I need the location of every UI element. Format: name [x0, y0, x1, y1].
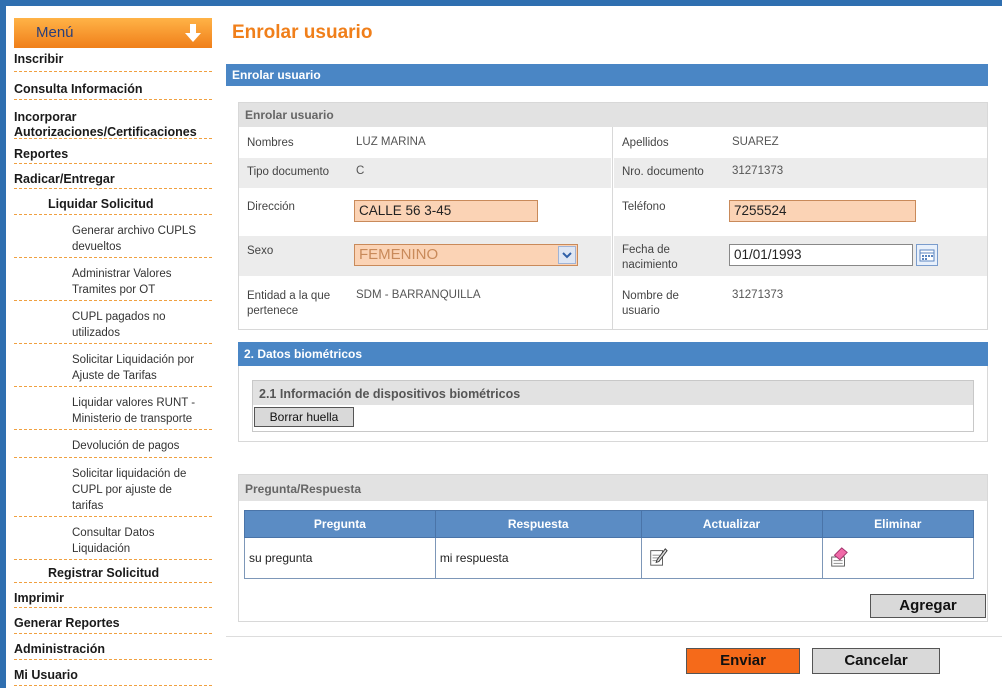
biometricos-subpanel-title: 2.1 Información de dispositivos biométri… [253, 381, 973, 405]
fecha-nacimiento-input[interactable]: 01/01/1993 [729, 244, 913, 266]
sidebar-item-solicitar-liquidacion[interactable]: Solicitar Liquidación por Ajuste de Tari… [14, 344, 212, 387]
cell-eliminar [821, 537, 975, 579]
sidebar-item-imprimir[interactable]: Imprimir [14, 583, 212, 608]
menu-label: Menú [36, 24, 74, 41]
sidebar-menu: Menú Inscribir Consulta Información Inco… [14, 18, 212, 686]
apellidos-value: SUAREZ [732, 136, 779, 148]
sidebar-item-radicar[interactable]: Radicar/Entregar [14, 164, 212, 189]
sidebar-item-consulta[interactable]: Consulta Información [14, 72, 212, 100]
table-header-row: Pregunta Respuesta Actualizar Eliminar [244, 510, 975, 538]
fecha-nacimiento-label: Fecha de nacimiento [622, 244, 678, 271]
header-actualizar: Actualizar [640, 510, 823, 538]
sidebar-item-liquidar-valores-runt[interactable]: Liquidar valores RUNT - Ministerio de tr… [14, 387, 212, 430]
sidebar-item-administrar-valores[interactable]: Administrar Valores Tramites por OT [14, 258, 212, 301]
nombre-usuario-label: Nombre de usuario [622, 290, 679, 317]
eraser-icon[interactable] [829, 546, 849, 568]
telefono-label: Teléfono [622, 201, 666, 213]
entidad-label: Entidad a la que pertenece [247, 290, 331, 317]
borrar-huella-button[interactable]: Borrar huella [254, 407, 354, 427]
sidebar-item-generar-reportes[interactable]: Generar Reportes [14, 608, 212, 634]
telefono-input[interactable]: 7255524 [729, 200, 916, 222]
edit-icon[interactable] [648, 546, 668, 568]
agregar-button[interactable]: Agregar [870, 594, 986, 618]
sidebar-item-inscribir[interactable]: Inscribir [14, 50, 212, 72]
top-border [0, 0, 1002, 6]
sidebar-item-liquidar-solicitud[interactable]: Liquidar Solicitud [14, 189, 212, 215]
sexo-select-value: FEMENINO [359, 246, 439, 263]
table-row: su pregunta mi respuesta [244, 537, 975, 579]
sidebar-item-administracion[interactable]: Administración [14, 634, 212, 660]
enviar-button[interactable]: Enviar [686, 648, 800, 674]
enrolar-panel-title: Enrolar usuario [239, 103, 987, 127]
chevron-down-icon[interactable] [558, 246, 576, 264]
sidebar-item-registrar-solicitud[interactable]: Registrar Solicitud [14, 560, 212, 583]
nombres-label: Nombres [247, 137, 294, 149]
pregunta-panel-title: Pregunta/Respuesta [239, 475, 987, 501]
calendar-icon[interactable] [916, 244, 938, 266]
sexo-label: Sexo [247, 245, 274, 257]
header-eliminar: Eliminar [821, 510, 975, 538]
nro-documento-value: 31271373 [732, 165, 784, 177]
section-bar: Enrolar usuario [226, 64, 988, 86]
sidebar-item-reportes[interactable]: Reportes [14, 139, 212, 164]
nombres-value: LUZ MARINA [356, 136, 426, 148]
direccion-label: Dirección [247, 201, 295, 213]
arrow-down-icon [185, 24, 201, 42]
menu-header[interactable]: Menú [14, 18, 212, 48]
column-divider [612, 127, 613, 329]
sidebar-item-cupl-pagados[interactable]: CUPL pagados no utilizados [14, 301, 212, 344]
tipo-documento-label: Tipo documento [247, 166, 330, 178]
apellidos-label: Apellidos [622, 137, 669, 149]
divider [226, 636, 1002, 637]
cancelar-button[interactable]: Cancelar [812, 648, 940, 674]
cell-actualizar [640, 537, 823, 579]
nro-documento-label: Nro. documento [622, 166, 704, 178]
pregunta-table: Pregunta Respuesta Actualizar Eliminar s… [244, 510, 975, 579]
biometricos-bar: 2. Datos biométricos [238, 342, 988, 366]
nombre-usuario-value: 31271373 [732, 289, 784, 301]
tipo-documento-value: C [356, 165, 365, 177]
header-respuesta: Respuesta [434, 510, 642, 538]
header-pregunta: Pregunta [244, 510, 436, 538]
sexo-select[interactable]: FEMENINO [354, 244, 578, 266]
page-title: Enrolar usuario [232, 22, 373, 43]
sidebar-item-generar-cupls[interactable]: Generar archivo CUPLS devueltos [14, 215, 212, 258]
entidad-value: SDM - BARRANQUILLA [356, 289, 481, 301]
left-border [0, 0, 6, 688]
sidebar-item-devolucion-pagos[interactable]: Devolución de pagos [14, 430, 212, 458]
sidebar-item-mi-usuario[interactable]: Mi Usuario [14, 660, 212, 686]
direccion-input[interactable]: CALLE 56 3-45 [354, 200, 538, 222]
cell-respuesta: mi respuesta [434, 537, 642, 579]
sidebar-item-incorporar[interactable]: Incorporar Autorizaciones/Certificacione… [14, 100, 212, 139]
biometricos-subpanel: 2.1 Información de dispositivos biométri… [252, 380, 974, 432]
sidebar-item-consultar-datos[interactable]: Consultar Datos Liquidación [14, 517, 212, 560]
sidebar-item-solicitar-cupl[interactable]: Solicitar liquidación de CUPL por ajuste… [14, 458, 212, 517]
cell-pregunta: su pregunta [244, 537, 436, 579]
